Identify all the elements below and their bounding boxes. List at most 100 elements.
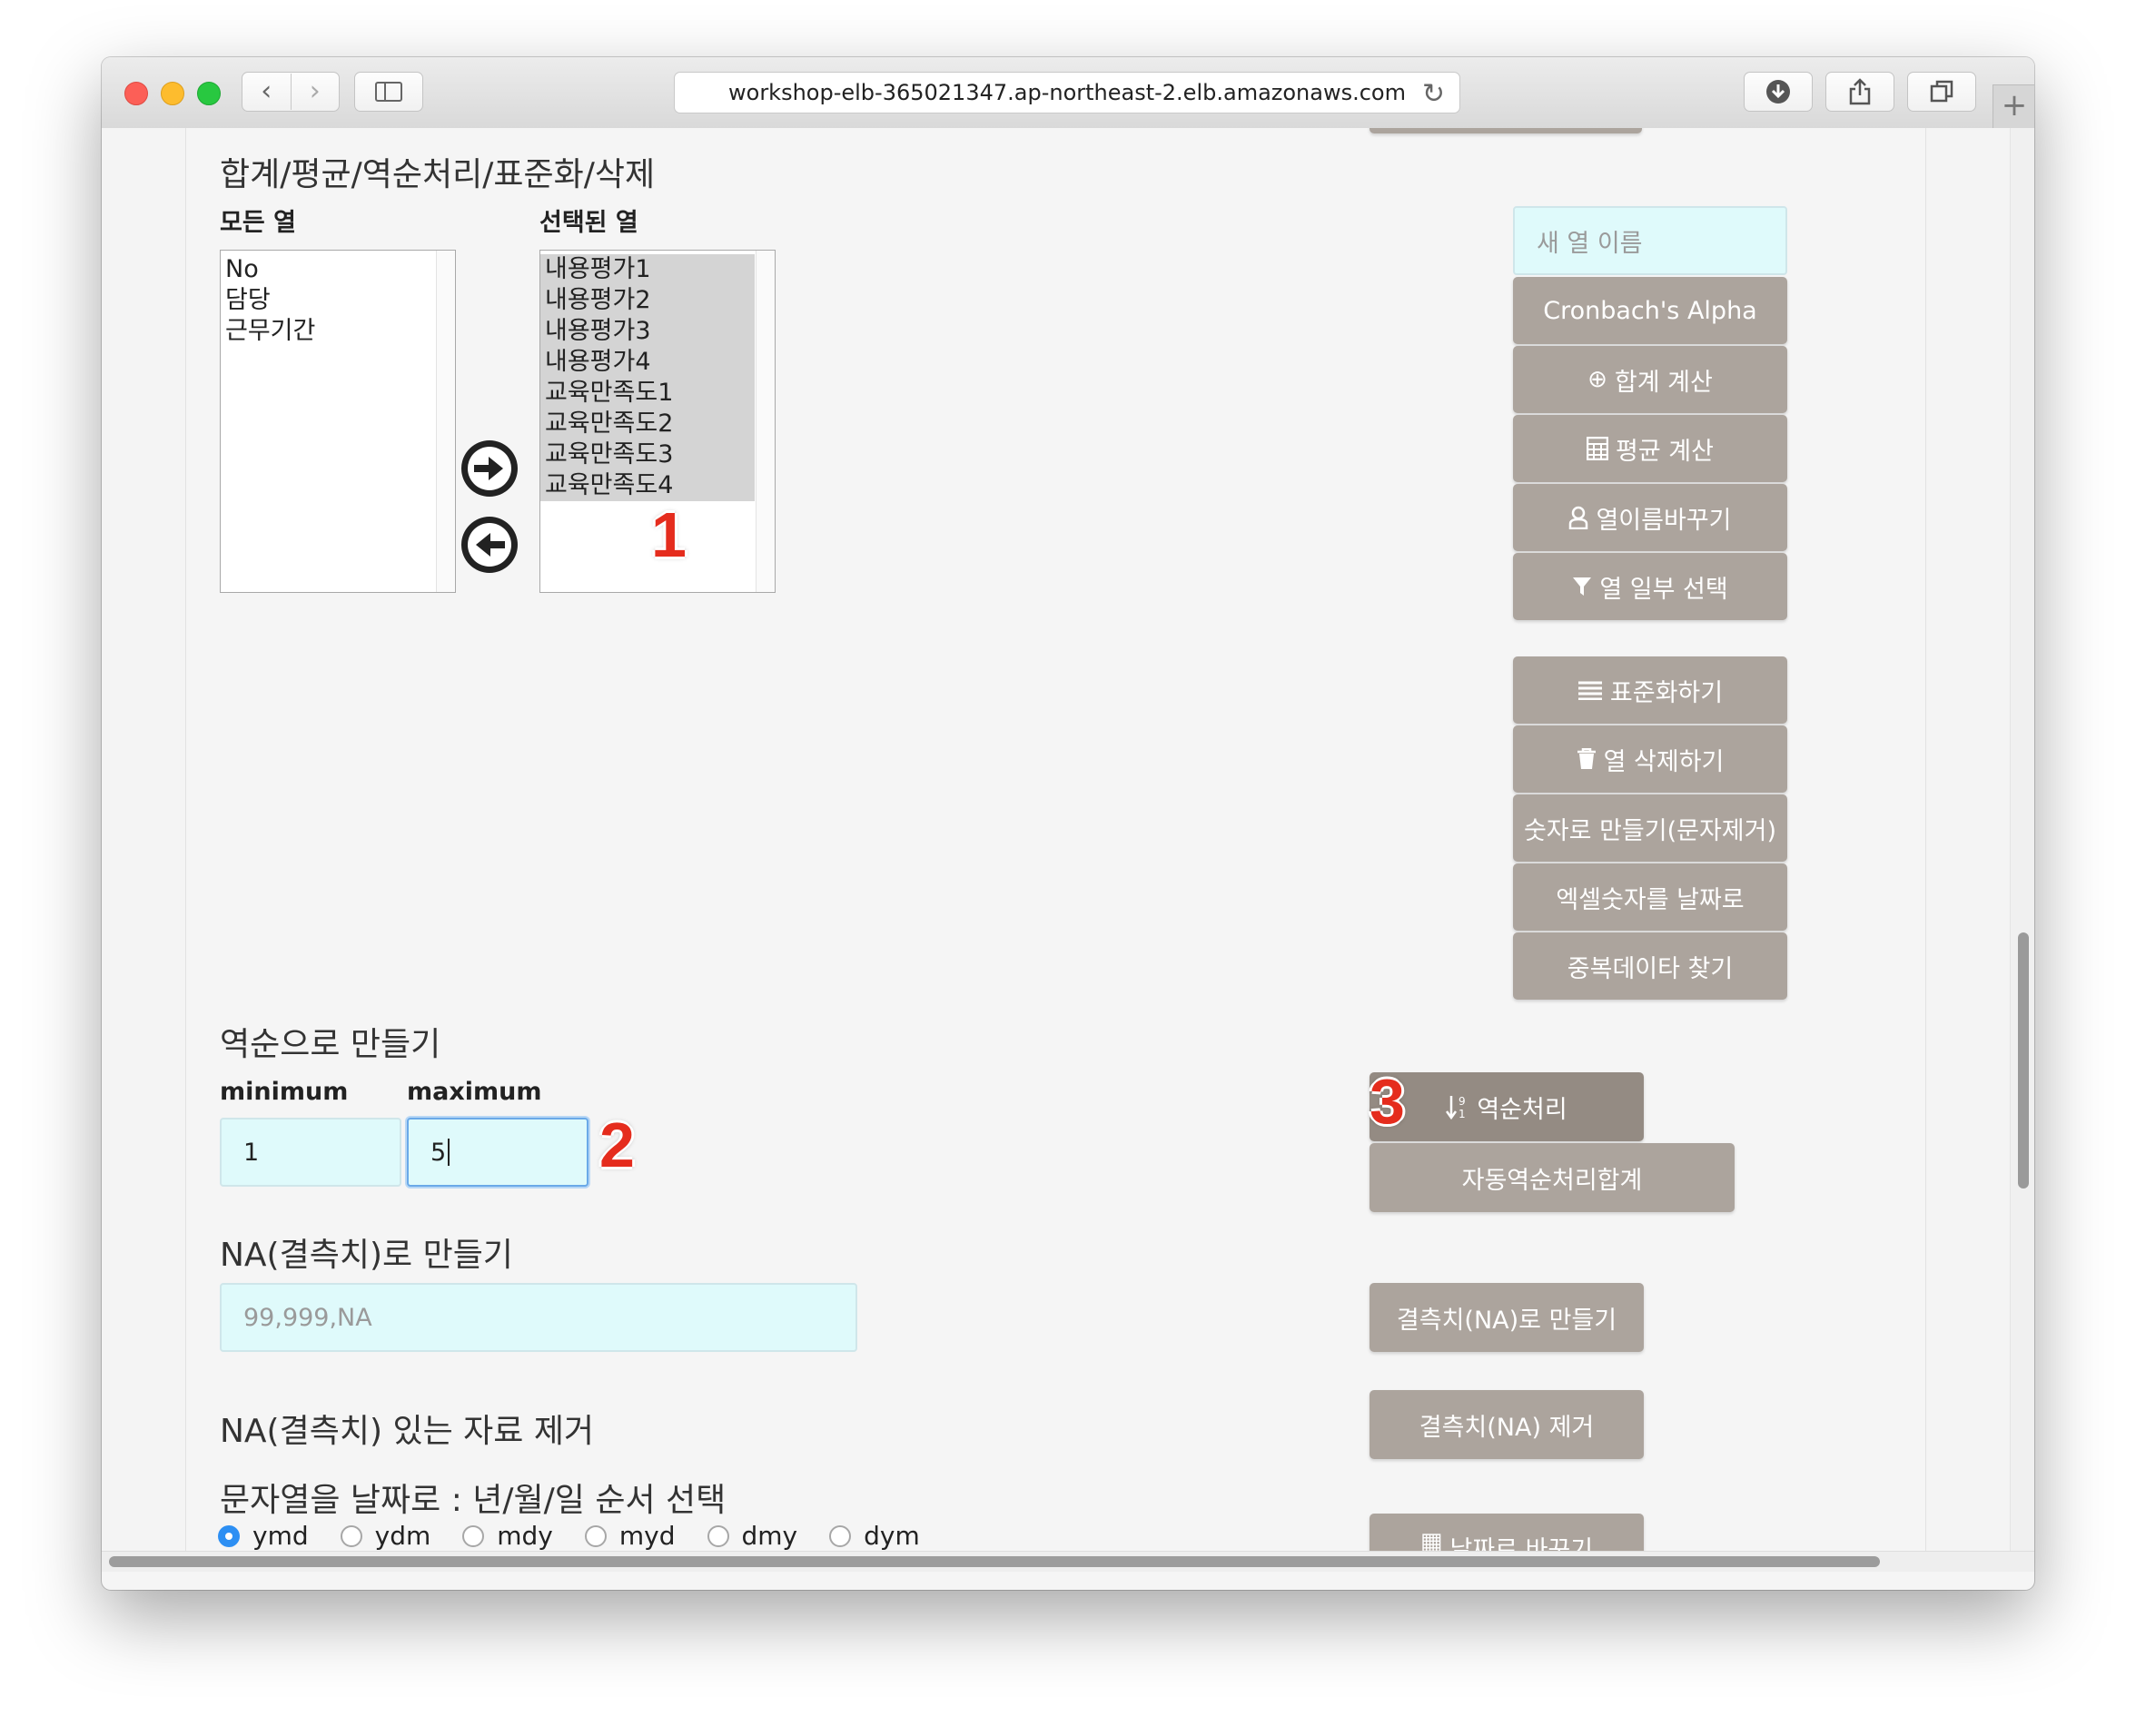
cronbach-alpha-button[interactable]: Cronbach's Alpha [1513, 277, 1787, 344]
rename-column-button[interactable]: 열이름바꾸기 [1513, 484, 1787, 551]
button-label: 결측치(NA)로 만들기 [1396, 1306, 1617, 1335]
browser-toolbar: ‹ › workshop-elb-365021347.ap-northeast-… [102, 57, 2034, 129]
standardize-button[interactable]: 표준화하기 [1513, 656, 1787, 724]
radio-button[interactable] [462, 1524, 485, 1547]
list-item[interactable]: 교육만족도3 [540, 439, 755, 470]
radio-myd[interactable]: myd [584, 1521, 676, 1551]
radio-button[interactable] [340, 1524, 362, 1547]
partial-button[interactable] [1370, 128, 1642, 133]
browser-window: ‹ › workshop-elb-365021347.ap-northeast-… [102, 57, 2034, 1590]
selected-columns-label: 선택된 열 [539, 209, 638, 237]
list-item[interactable]: 내용평가1 [540, 254, 755, 285]
reload-icon[interactable]: ↻ [1422, 78, 1445, 110]
new-tab-button[interactable]: + [1993, 84, 2034, 129]
list-item[interactable]: 교육만족도4 [540, 470, 755, 501]
section-title: 합계/평균/역순처리/표준화/삭제 [220, 156, 656, 193]
radio-button[interactable] [218, 1524, 240, 1547]
remove-na-button[interactable]: 결측치(NA) 제거 [1370, 1390, 1644, 1459]
annotation-2: 2 [599, 1110, 635, 1180]
radio-dmy[interactable]: dmy [707, 1521, 797, 1551]
button-label: 합계 계산 [1614, 368, 1713, 397]
scroll-thumb[interactable] [109, 1556, 1880, 1567]
find-duplicates-button[interactable]: 중복데이타 찾기 [1513, 932, 1787, 1000]
na-values-input[interactable]: 99,999,NA [220, 1283, 857, 1352]
share-button[interactable] [1825, 72, 1894, 112]
close-window-button[interactable] [124, 82, 148, 105]
list-item[interactable]: 내용평가3 [540, 316, 755, 347]
filter-icon [1573, 577, 1592, 596]
button-label: 자동역순처리합계 [1461, 1166, 1643, 1195]
minimize-window-button[interactable] [161, 82, 184, 105]
list-item[interactable]: 근무기간 [221, 316, 455, 347]
radio-button[interactable] [707, 1524, 729, 1547]
sum-button[interactable]: ⊕ 합계 계산 [1513, 346, 1787, 413]
address-bar[interactable]: workshop-elb-365021347.ap-northeast-2.el… [674, 72, 1460, 113]
radio-mdy[interactable]: mdy [462, 1521, 553, 1551]
button-label: Cronbach's Alpha [1543, 296, 1757, 325]
nav-buttons: ‹ › [242, 72, 340, 112]
date-title: 문자열을 날짜로 : 년/월/일 순서 선택 [220, 1482, 727, 1519]
minimum-input[interactable]: 1 [220, 1118, 401, 1187]
radio-label: dym [864, 1521, 920, 1551]
url-text: workshop-elb-365021347.ap-northeast-2.el… [728, 80, 1406, 105]
listbox-scrollbar[interactable] [436, 251, 455, 592]
list-item[interactable]: 내용평가2 [540, 285, 755, 316]
button-label: 엑셀숫자를 날짜로 [1556, 885, 1745, 914]
tab-overview-button[interactable] [1907, 72, 1976, 112]
back-icon[interactable]: ‹ [242, 74, 291, 110]
radio-ymd[interactable]: ymd [218, 1521, 309, 1551]
arrow-left-icon [476, 533, 505, 557]
scroll-thumb[interactable] [2018, 932, 2029, 1189]
button-label: 열 삭제하기 [1603, 747, 1725, 776]
downloads-button[interactable] [1744, 72, 1813, 112]
list-item[interactable]: 교육만족도1 [540, 378, 755, 409]
list-item[interactable]: 담당 [221, 285, 455, 316]
select-columns-button[interactable]: 열 일부 선택 [1513, 553, 1787, 620]
button-label: 열이름바꾸기 [1596, 506, 1732, 535]
button-label: 중복데이타 찾기 [1567, 954, 1734, 983]
list-item[interactable]: No [221, 254, 455, 285]
to-number-button[interactable]: 숫자로 만들기(문자제거) [1513, 794, 1787, 862]
maximum-value: 5 [430, 1138, 447, 1167]
sidebar-icon [375, 82, 402, 102]
all-columns-listbox[interactable]: No 담당 근무기간 [220, 250, 456, 593]
maximum-input[interactable]: 5 [407, 1118, 588, 1187]
button-label: 평균 계산 [1616, 437, 1714, 466]
list-item[interactable]: 내용평가4 [540, 347, 755, 378]
listbox-scrollbar[interactable] [756, 251, 775, 592]
sidebar-toggle-button[interactable] [354, 72, 423, 112]
vertical-scrollbar[interactable] [2010, 128, 2034, 1572]
forward-icon[interactable]: › [290, 74, 340, 110]
radio-ydm[interactable]: ydm [340, 1521, 431, 1551]
radio-label: mdy [497, 1521, 553, 1551]
make-na-button[interactable]: 결측치(NA)로 만들기 [1370, 1283, 1644, 1352]
date-order-radio-group: ymd ydm mdy myd dmy dym [218, 1521, 952, 1551]
download-icon [1766, 80, 1790, 104]
radio-label: myd [618, 1521, 676, 1551]
move-right-button[interactable] [461, 440, 518, 497]
delete-column-button[interactable]: 열 삭제하기 [1513, 725, 1787, 793]
excel-date-button[interactable]: 엑셀숫자를 날짜로 [1513, 863, 1787, 931]
horizontal-scrollbar[interactable] [102, 1551, 2034, 1572]
radio-label: ydm [374, 1521, 431, 1551]
list-item[interactable]: 교육만족도2 [540, 409, 755, 439]
maximize-window-button[interactable] [197, 82, 221, 105]
button-label: 열 일부 선택 [1599, 575, 1728, 604]
move-left-button[interactable] [461, 517, 518, 573]
na-remove-title: NA(결측치) 있는 자료 제거 [220, 1413, 595, 1450]
auto-reverse-sum-button[interactable]: 자동역순처리합계 [1370, 1143, 1735, 1212]
list-icon [1577, 681, 1602, 700]
new-column-name-input[interactable]: 새 열 이름 [1513, 206, 1787, 275]
reverse-button[interactable]: 91 역순처리 [1370, 1072, 1644, 1141]
na-title: NA(결측치)로 만들기 [220, 1237, 513, 1274]
mean-button[interactable]: 평균 계산 [1513, 415, 1787, 482]
svg-text:9: 9 [1459, 1095, 1466, 1108]
radio-dym[interactable]: dym [829, 1521, 920, 1551]
button-label: 결측치(NA) 제거 [1419, 1413, 1595, 1442]
trash-icon [1577, 748, 1596, 769]
radio-button[interactable] [584, 1524, 607, 1547]
radio-label: ymd [252, 1521, 309, 1551]
share-icon [1849, 78, 1871, 105]
radio-button[interactable] [829, 1524, 852, 1547]
user-icon [1569, 506, 1588, 529]
